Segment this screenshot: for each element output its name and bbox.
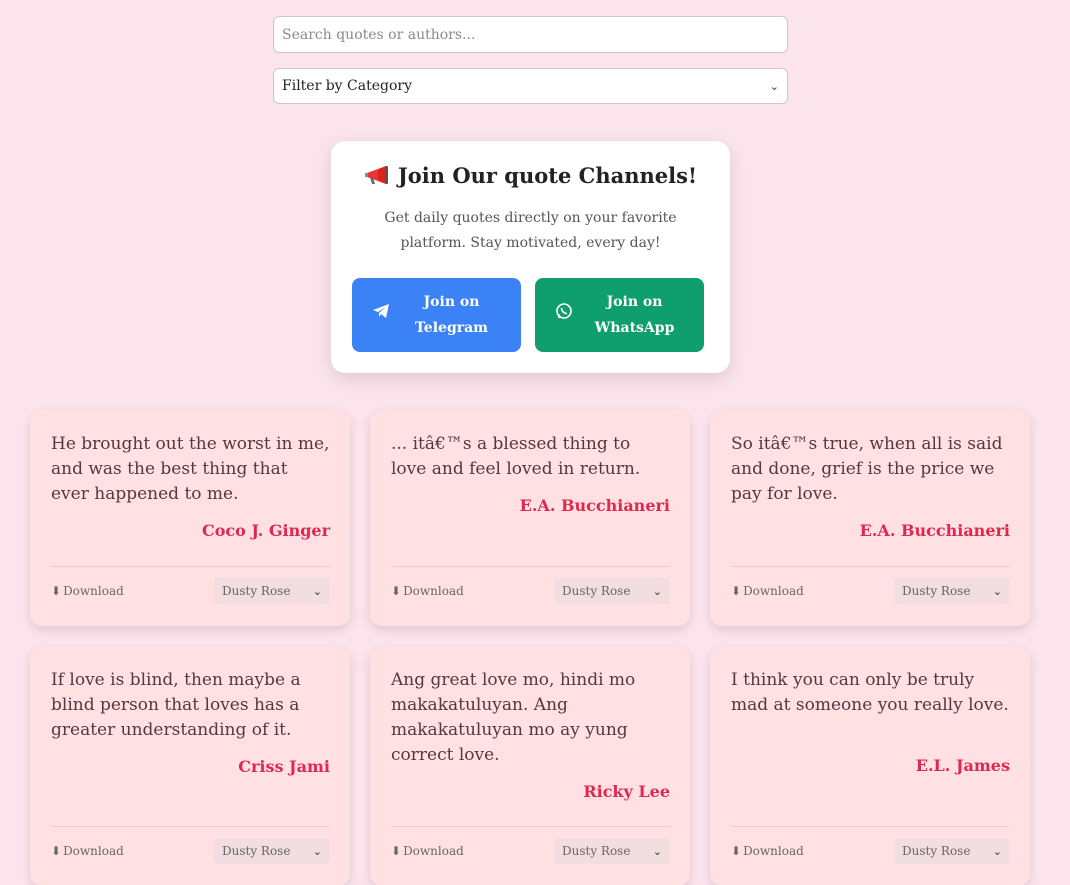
download-button[interactable]: ⬇ Download <box>391 584 464 598</box>
card-footer: ⬇ Download Dusty Rose ⌄ <box>391 566 670 604</box>
quote-text: If love is blind, then maybe a blind per… <box>51 670 301 740</box>
paper-plane-icon <box>372 302 390 328</box>
quote-card: I think you can only be truly mad at som… <box>710 646 1030 885</box>
theme-select[interactable]: Dusty Rose ⌄ <box>214 838 330 864</box>
download-arrow-icon: ⬇ <box>51 584 62 598</box>
download-button[interactable]: ⬇ Download <box>731 844 804 858</box>
quote-card: He brought out the worst in me, and was … <box>30 410 350 626</box>
card-footer: ⬇ Download Dusty Rose ⌄ <box>51 566 330 604</box>
download-label: Download <box>403 584 464 598</box>
card-footer: ⬇ Download Dusty Rose ⌄ <box>51 826 330 864</box>
download-button[interactable]: ⬇ Download <box>51 844 124 858</box>
quote-author: E.A. Bucchianeri <box>859 521 1010 540</box>
theme-select-value: Dusty Rose <box>902 844 971 858</box>
theme-select[interactable]: Dusty Rose ⌄ <box>214 578 330 604</box>
category-filter-select[interactable]: Filter by Category ⌄ <box>273 68 788 104</box>
chevron-down-icon: ⌄ <box>992 584 1002 598</box>
download-label: Download <box>403 844 464 858</box>
theme-select-value: Dusty Rose <box>902 584 971 598</box>
download-label: Download <box>743 584 804 598</box>
chevron-down-icon: ⌄ <box>769 79 779 93</box>
join-buttons: Join on Telegram Join on WhatsApp <box>352 278 704 352</box>
theme-select[interactable]: Dusty Rose ⌄ <box>894 838 1010 864</box>
quote-author: E.L. James <box>915 756 1010 775</box>
quote-author: Coco J. Ginger <box>201 521 330 540</box>
quote-text: He brought out the worst in me, and was … <box>51 434 330 504</box>
join-description: Get daily quotes directly on your favori… <box>384 210 677 251</box>
quote-text: So itâ€™s true, when all is said and don… <box>731 434 1003 504</box>
join-title-text: Join Our quote Channels! <box>397 163 698 188</box>
quote-text: Ang great love mo, hindi mo makakatuluya… <box>391 670 636 765</box>
join-whatsapp-label: Join on WhatsApp <box>594 294 675 336</box>
card-footer: ⬇ Download Dusty Rose ⌄ <box>731 566 1010 604</box>
theme-select[interactable]: Dusty Rose ⌄ <box>554 838 670 864</box>
download-label: Download <box>63 584 124 598</box>
download-arrow-icon: ⬇ <box>391 584 402 598</box>
download-arrow-icon: ⬇ <box>731 584 742 598</box>
search-input[interactable] <box>273 16 788 53</box>
theme-select-value: Dusty Rose <box>222 844 291 858</box>
join-channels-card: Join Our quote Channels! Get daily quote… <box>331 141 730 373</box>
whatsapp-icon <box>555 302 573 329</box>
category-filter-container: Filter by Category ⌄ <box>273 68 788 104</box>
search-container <box>273 16 788 53</box>
chevron-down-icon: ⌄ <box>652 584 662 598</box>
download-arrow-icon: ⬇ <box>731 844 742 858</box>
theme-select-value: Dusty Rose <box>562 584 631 598</box>
join-telegram-button[interactable]: Join on Telegram <box>352 278 521 352</box>
download-label: Download <box>63 844 124 858</box>
chevron-down-icon: ⌄ <box>652 844 662 858</box>
theme-select[interactable]: Dusty Rose ⌄ <box>894 578 1010 604</box>
chevron-down-icon: ⌄ <box>312 584 322 598</box>
quote-text: I think you can only be truly mad at som… <box>731 670 1009 715</box>
join-title: Join Our quote Channels! <box>331 163 730 188</box>
join-whatsapp-button[interactable]: Join on WhatsApp <box>535 278 704 352</box>
card-footer: ⬇ Download Dusty Rose ⌄ <box>731 826 1010 864</box>
quote-card: So itâ€™s true, when all is said and don… <box>710 410 1030 626</box>
quote-text: ... itâ€™s a blessed thing to love and f… <box>391 434 641 479</box>
download-arrow-icon: ⬇ <box>391 844 402 858</box>
megaphone-icon <box>364 165 390 186</box>
quote-card: Ang great love mo, hindi mo makakatuluya… <box>370 646 690 885</box>
card-footer: ⬇ Download Dusty Rose ⌄ <box>391 826 670 864</box>
download-arrow-icon: ⬇ <box>51 844 62 858</box>
download-label: Download <box>743 844 804 858</box>
download-button[interactable]: ⬇ Download <box>51 584 124 598</box>
theme-select-value: Dusty Rose <box>562 844 631 858</box>
join-telegram-label: Join on Telegram <box>415 294 488 336</box>
quote-author: Criss Jami <box>238 757 330 776</box>
theme-select-value: Dusty Rose <box>222 584 291 598</box>
chevron-down-icon: ⌄ <box>312 844 322 858</box>
theme-select[interactable]: Dusty Rose ⌄ <box>554 578 670 604</box>
quote-card: ... itâ€™s a blessed thing to love and f… <box>370 410 690 626</box>
download-button[interactable]: ⬇ Download <box>731 584 804 598</box>
category-filter-value: Filter by Category <box>282 78 413 94</box>
chevron-down-icon: ⌄ <box>992 844 1002 858</box>
quote-author: E.A. Bucchianeri <box>519 496 670 515</box>
quote-author: Ricky Lee <box>583 782 670 801</box>
quote-card: If love is blind, then maybe a blind per… <box>30 646 350 885</box>
download-button[interactable]: ⬇ Download <box>391 844 464 858</box>
